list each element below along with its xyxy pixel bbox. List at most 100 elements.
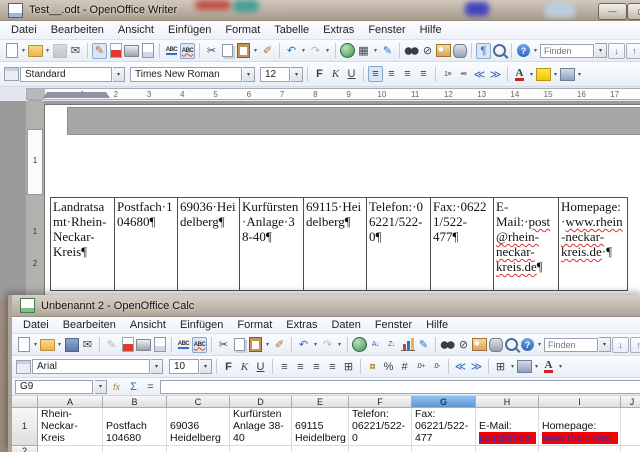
sum-button[interactable]: Σ xyxy=(126,379,141,395)
spellcheck-button[interactable]: ABC xyxy=(176,337,191,353)
table-cell[interactable]: E-Mail:·post@rhein-neckar-kreis.de¶ xyxy=(494,197,559,291)
size-combo-dropdown[interactable]: ▾ xyxy=(200,359,212,374)
cell-reference-box[interactable]: G9 xyxy=(15,380,93,394)
table-cell[interactable]: Postfach·104680¶ xyxy=(115,197,178,291)
cell-i1[interactable]: Homepage:www.rhein-nec xyxy=(539,408,621,446)
font-color-button[interactable]: A xyxy=(512,66,527,82)
print-button[interactable] xyxy=(124,43,139,59)
vertical-ruler[interactable]: 1 1 2 xyxy=(26,101,44,300)
column-header-e[interactable]: E xyxy=(292,396,349,408)
menu-hilfe[interactable]: Hilfe xyxy=(419,316,455,334)
menu-bearbeiten[interactable]: Bearbeiten xyxy=(56,316,123,334)
data-sources-button[interactable] xyxy=(488,337,503,353)
zoom-button[interactable] xyxy=(504,337,519,353)
table-cell[interactable]: 69036·Heidelberg¶ xyxy=(178,197,240,291)
writer-page[interactable]: Landratsamt·Rhein-Neckar-Kreis¶ Postfach… xyxy=(44,104,640,300)
cell-g1[interactable]: Fax: 06221/522- 477 xyxy=(412,408,476,446)
email-link[interactable]: post@rhein-ne xyxy=(479,432,536,444)
column-header-f[interactable]: F xyxy=(349,396,412,408)
formula-button[interactable]: = xyxy=(143,379,158,395)
styles-button[interactable] xyxy=(4,66,19,82)
format-paintbrush-button[interactable]: ✐ xyxy=(260,43,275,59)
column-header-b[interactable]: B xyxy=(103,396,167,408)
table-dropdown[interactable]: ▾ xyxy=(372,47,379,54)
merge-cells-button[interactable]: ⊞ xyxy=(341,359,356,375)
new-document-button[interactable] xyxy=(4,43,19,59)
align-right-button[interactable]: ≡ xyxy=(400,66,415,82)
hyperlink-button[interactable] xyxy=(352,337,367,353)
insert-chart-button[interactable] xyxy=(400,337,415,353)
indent-marker[interactable] xyxy=(69,92,110,98)
font-name-combo[interactable]: Arial xyxy=(32,359,150,374)
find-previous-button[interactable]: ↑ xyxy=(626,43,640,59)
page-preview-button[interactable] xyxy=(140,43,155,59)
paste-button[interactable] xyxy=(248,337,263,353)
column-header-j[interactable]: J xyxy=(621,396,640,408)
help-button[interactable]: ? xyxy=(516,43,531,59)
menu-datei[interactable]: Datei xyxy=(16,316,56,334)
find-dropdown[interactable]: ▾ xyxy=(599,337,611,352)
spellcheck-button[interactable]: ABC xyxy=(164,43,179,59)
maximize-button[interactable]: ▢ xyxy=(627,3,640,20)
table-cell[interactable]: Telefon:·06221/522-0¶ xyxy=(367,197,431,291)
align-justify-button[interactable]: ≡ xyxy=(416,66,431,82)
email-button[interactable]: ✉ xyxy=(80,337,95,353)
column-header-d[interactable]: D xyxy=(230,396,292,408)
align-left-button[interactable]: ≡ xyxy=(368,66,383,82)
navigator-button[interactable]: ⊘ xyxy=(420,43,435,59)
format-paintbrush-button[interactable]: ✐ xyxy=(272,337,287,353)
column-header-i[interactable]: I xyxy=(539,396,621,408)
function-wizard-button[interactable]: fx xyxy=(109,379,124,395)
table-cell[interactable]: 69115·Heidelberg¶ xyxy=(304,197,367,291)
table-cell[interactable]: Landratsamt·Rhein-Neckar-Kreis¶ xyxy=(50,197,115,291)
find-input[interactable] xyxy=(544,338,598,352)
hyperlink-button[interactable] xyxy=(340,43,355,59)
open-button[interactable] xyxy=(40,337,55,353)
email-button[interactable]: ✉ xyxy=(68,43,83,59)
highlighting-button[interactable] xyxy=(536,66,551,82)
zoom-button[interactable] xyxy=(492,43,507,59)
menu-hilfe[interactable]: Hilfe xyxy=(413,21,449,39)
menu-datei[interactable]: Datei xyxy=(4,21,44,39)
cell-f1[interactable]: Telefon: 06221/522-0 xyxy=(349,408,412,446)
table-cell[interactable]: Kurfürsten·Anlage·38-40¶ xyxy=(240,197,304,291)
data-sources-button[interactable] xyxy=(452,43,467,59)
undo-dropdown[interactable]: ▾ xyxy=(312,341,319,348)
cell-d1[interactable]: Kurfürsten Anlage 38-40 xyxy=(230,408,292,446)
underline-button[interactable]: U xyxy=(253,359,268,375)
increase-indent-button[interactable]: ≫ xyxy=(488,66,503,82)
increase-indent-button[interactable]: ≫ xyxy=(469,359,484,375)
empty-cell[interactable] xyxy=(476,446,539,452)
edit-file-button[interactable]: ✎ xyxy=(92,43,107,59)
gallery-button[interactable] xyxy=(472,337,487,353)
menu-daten[interactable]: Daten xyxy=(324,316,367,334)
italic-button[interactable]: K xyxy=(237,359,252,375)
font-size-combo[interactable]: 10 xyxy=(169,359,199,374)
undo-button[interactable]: ↶ xyxy=(284,43,299,59)
sort-descending-button[interactable]: Z↓ xyxy=(384,337,399,353)
paste-dropdown[interactable]: ▾ xyxy=(252,47,259,54)
new-document-button[interactable] xyxy=(16,337,31,353)
table-cell[interactable]: Fax:·06221/522-477¶ xyxy=(431,197,494,291)
decrease-indent-button[interactable]: ≪ xyxy=(472,66,487,82)
cell-c1[interactable]: 69036 Heidelberg xyxy=(167,408,230,446)
homepage-link[interactable]: www.rhein-neckar-kreis.de xyxy=(561,214,623,259)
menu-format[interactable]: Format xyxy=(230,316,279,334)
empty-cell[interactable] xyxy=(539,446,621,452)
redo-dropdown[interactable]: ▾ xyxy=(324,47,331,54)
menu-ansicht[interactable]: Ansicht xyxy=(123,316,173,334)
find-dropdown[interactable]: ▾ xyxy=(595,43,607,58)
find-next-button[interactable]: ↓ xyxy=(612,337,629,353)
delete-decimal-button[interactable]: .0- xyxy=(429,359,444,375)
find-replace-button[interactable] xyxy=(440,337,455,353)
table-cell[interactable]: Homepage:·www.rhein-neckar-kreis.de·¶ xyxy=(559,197,628,291)
gallery-button[interactable] xyxy=(436,43,451,59)
background-color-button[interactable] xyxy=(560,66,575,82)
find-replace-button[interactable] xyxy=(404,43,419,59)
number-format-currency-button[interactable]: ¤ xyxy=(365,359,380,375)
open-button[interactable] xyxy=(28,43,43,59)
empty-cell[interactable] xyxy=(167,446,230,452)
paste-button[interactable] xyxy=(236,43,251,59)
row-header-1[interactable]: 1 xyxy=(12,408,38,446)
calc-titlebar[interactable]: Unbenannt 2 - OpenOffice Calc xyxy=(12,295,640,317)
